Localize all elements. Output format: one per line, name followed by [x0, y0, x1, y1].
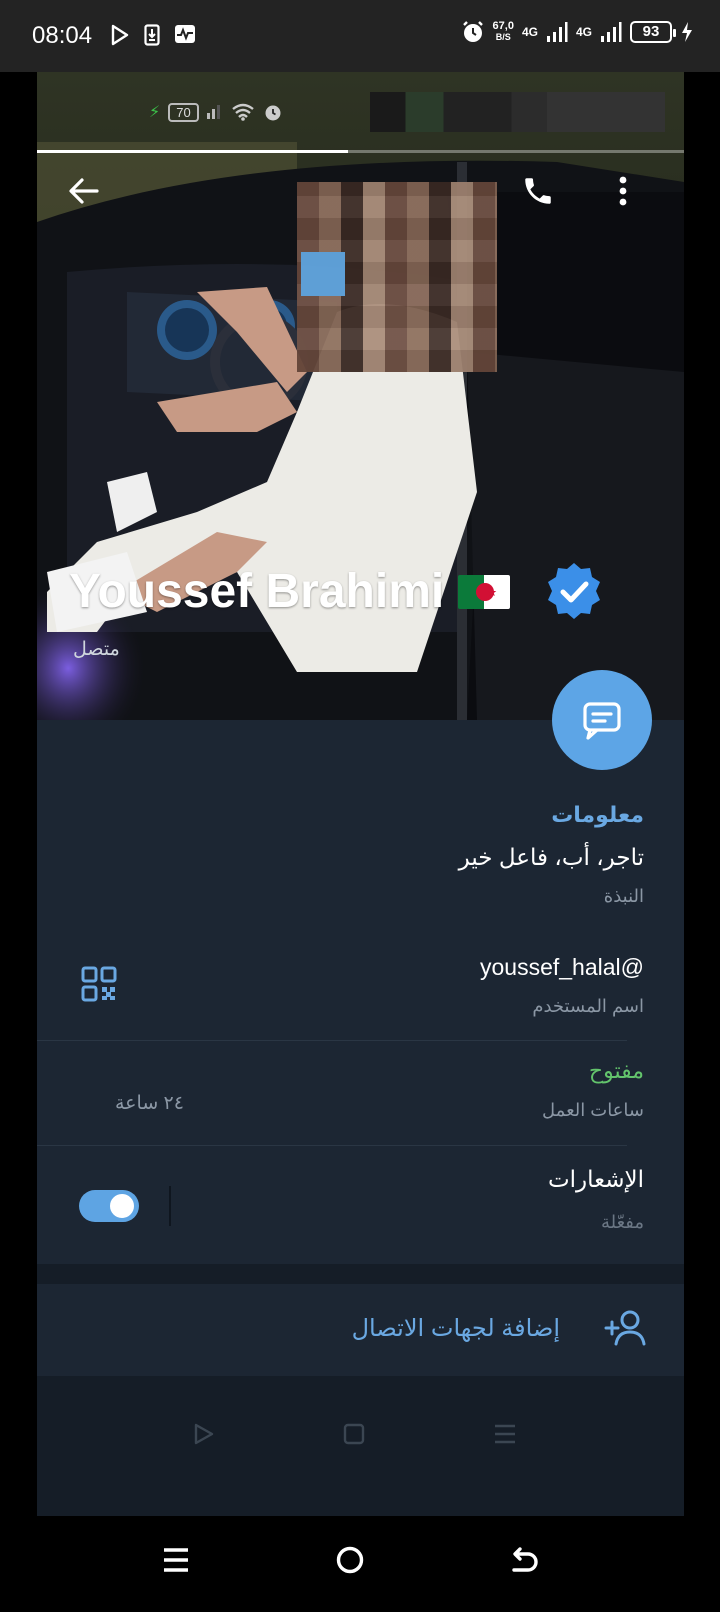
qr-code-icon: [81, 966, 117, 1002]
play-store-icon: [111, 24, 129, 46]
signal-icon: [601, 22, 622, 42]
story-progress-bar: [37, 150, 684, 153]
algeria-flag-icon: [458, 574, 511, 609]
business-hours-status: مفتوح: [588, 1058, 644, 1083]
inner-status-bar: ⚡ 70: [37, 72, 684, 150]
charging-icon: [682, 22, 692, 42]
more-options-button[interactable]: [600, 168, 646, 214]
add-user-icon: [604, 1308, 648, 1353]
net-speed: 67,0 B/S: [493, 21, 514, 43]
back-button[interactable]: [61, 168, 107, 214]
chat-icon: [583, 702, 621, 740]
app-screen: ⚡ 70 Youssef Brahimi متصل معلومات تاجر، …: [37, 72, 684, 1516]
menu-lines-icon: [164, 1548, 188, 1572]
network-type-2: 4G: [575, 25, 592, 39]
add-to-contacts-label: إضافة لجهات الاتصال: [351, 1315, 560, 1342]
inner-battery: 70: [168, 102, 199, 122]
bio-row[interactable]: تاجر، أب، فاعل خير النبذة: [37, 840, 684, 950]
square-home-icon: [343, 1423, 365, 1445]
network-type-1: 4G: [521, 25, 538, 39]
message-button[interactable]: [552, 670, 652, 770]
business-hours-row[interactable]: مفتوح ساعات العمل ٢٤ ساعة: [37, 1052, 684, 1152]
business-hours-value: ٢٤ ساعة: [115, 1093, 184, 1114]
notifications-toggle[interactable]: [79, 1190, 139, 1222]
username-value: @youssef_halal: [479, 954, 644, 980]
profile-name: Youssef Brahimi: [69, 565, 445, 618]
triangle-back-icon: [194, 1423, 214, 1445]
recent-apps-button[interactable]: [162, 1546, 190, 1579]
net-speed-value: 67,0: [492, 20, 514, 32]
inner-alarm-icon: [265, 105, 281, 121]
status-notification-icons: [110, 24, 196, 46]
info-section-title: معلومات: [551, 802, 644, 827]
section-gap: [37, 1264, 684, 1284]
blurred-region: [370, 92, 665, 132]
system-nav-bar: [0, 1516, 720, 1612]
arrow-left-icon: [69, 178, 99, 204]
system-status-bar: 08:04 67,0 B/S 4G 4G 93: [0, 0, 720, 72]
notifications-title: الإشعارات: [547, 1166, 644, 1192]
profile-photo: ⚡ 70 Youssef Brahimi متصل: [37, 72, 684, 720]
bio-value: تاجر، أب، فاعل خير: [458, 844, 644, 870]
status-system-icons: 67,0 B/S 4G 4G 93: [461, 20, 694, 44]
inner-menu-button[interactable]: [493, 1422, 517, 1451]
username-label: اسم المستخدم: [532, 996, 644, 1016]
photo-background: [37, 72, 684, 720]
call-button[interactable]: [515, 168, 561, 214]
add-to-contacts-button[interactable]: إضافة لجهات الاتصال: [37, 1284, 684, 1376]
home-button[interactable]: [336, 1546, 364, 1579]
alarm-icon: [462, 21, 483, 42]
qr-code-button[interactable]: [81, 966, 117, 1007]
status-time: 08:04: [32, 22, 93, 49]
online-status: متصل: [73, 639, 120, 660]
notifications-state: مفعّلة: [600, 1212, 644, 1232]
more-vertical-icon: [619, 176, 627, 206]
divider: [37, 1040, 627, 1041]
inner-status-icons: ⚡ 70: [149, 102, 283, 122]
divider: [37, 1145, 627, 1146]
circle-home-icon: [336, 1546, 364, 1574]
inner-back-button[interactable]: [193, 1422, 215, 1451]
back-nav-button[interactable]: [510, 1546, 540, 1579]
battery-indicator: 93: [630, 21, 676, 43]
menu-lines-icon: [495, 1424, 515, 1444]
verified-badge-icon: [543, 560, 605, 622]
notifications-row[interactable]: الإشعارات مفعّلة: [37, 1160, 684, 1270]
download-icon: [144, 24, 160, 46]
inner-signal-icon: [206, 105, 220, 119]
net-speed-unit: B/S: [495, 32, 511, 42]
back-arrow-icon: [512, 1547, 538, 1572]
signal-icon: [546, 22, 568, 42]
profile-name-row: Youssef Brahimi: [69, 564, 511, 619]
inner-home-button[interactable]: [343, 1422, 365, 1451]
username-row[interactable]: @youssef_halal اسم المستخدم: [37, 950, 684, 1050]
activity-icon: [175, 25, 195, 43]
wifi-icon: [231, 103, 254, 121]
bio-label: النبذة: [603, 886, 644, 906]
blurred-face: [297, 182, 497, 372]
phone-icon: [525, 178, 551, 204]
business-hours-label: ساعات العمل: [542, 1100, 644, 1120]
separator: [169, 1186, 171, 1226]
